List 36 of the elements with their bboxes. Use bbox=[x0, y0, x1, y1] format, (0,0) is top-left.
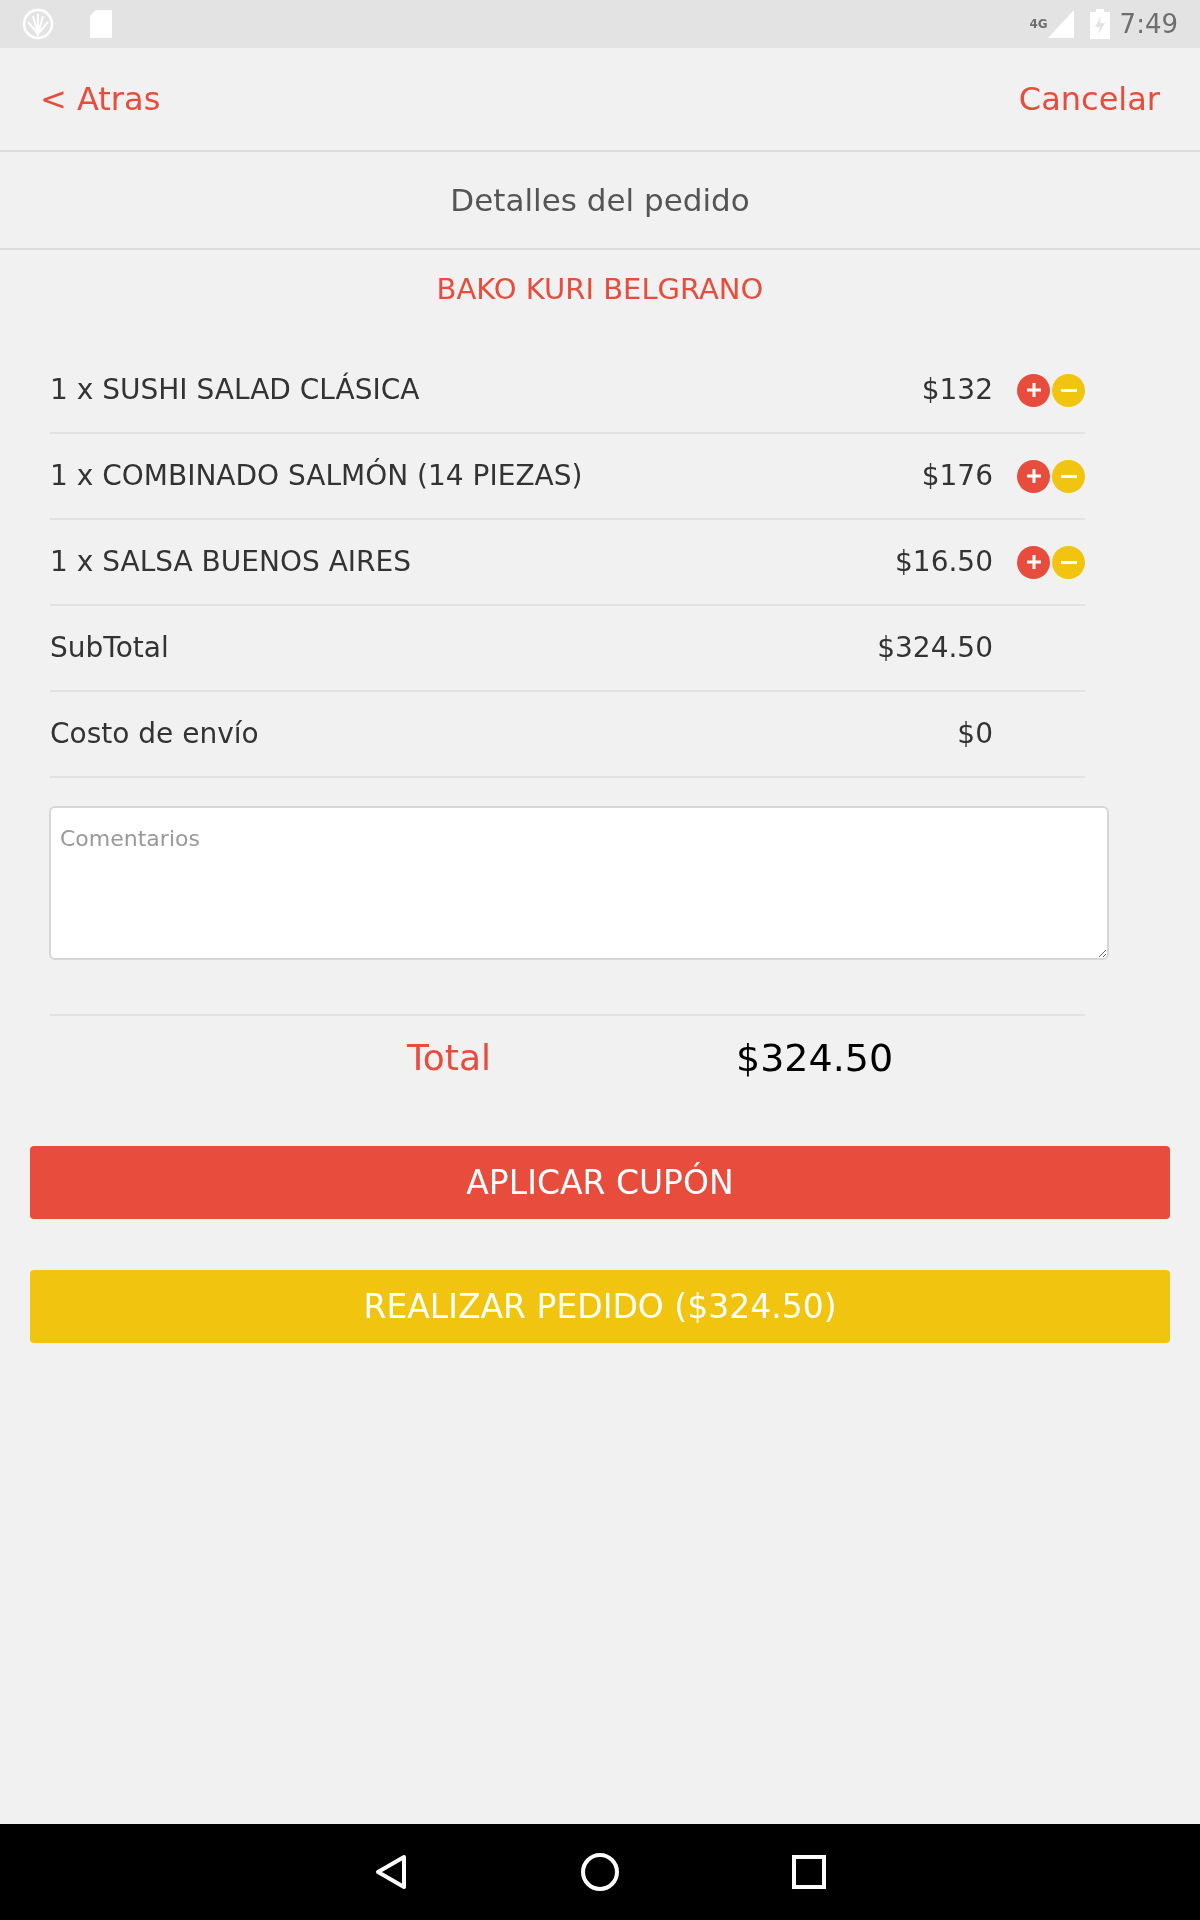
plus-icon bbox=[1024, 467, 1043, 485]
summary-value: $324.50 bbox=[876, 630, 993, 666]
page-title: Detalles del pedido bbox=[450, 180, 750, 220]
summary-label: SubTotal bbox=[50, 630, 170, 666]
summary-label: Costo de envío bbox=[50, 716, 260, 752]
item-name: 1 x SALSA BUENOS AIRES bbox=[50, 544, 412, 580]
total-value: $324.50 bbox=[736, 1034, 894, 1082]
cancel-link[interactable]: Cancelar bbox=[1018, 75, 1160, 123]
recents-icon[interactable] bbox=[792, 1855, 826, 1889]
restaurant-name: BAKO KURI BELGRANO bbox=[436, 271, 764, 309]
signal-icon bbox=[1047, 10, 1074, 38]
plus-icon bbox=[1024, 553, 1043, 571]
battery-icon bbox=[1089, 9, 1110, 39]
comments-field[interactable]: Comentarios bbox=[49, 806, 1109, 960]
plus-icon bbox=[1024, 381, 1043, 399]
item-price: $132 bbox=[920, 372, 993, 408]
home-icon[interactable] bbox=[580, 1852, 620, 1892]
minus-icon bbox=[1060, 560, 1077, 564]
summary-value: $0 bbox=[956, 716, 993, 752]
minus-icon bbox=[1060, 474, 1077, 478]
shell-icon bbox=[22, 8, 54, 40]
network-label: 4G bbox=[1029, 16, 1048, 33]
coupon-button[interactable]: APLICAR CUPÓN bbox=[30, 1146, 1170, 1219]
back-icon[interactable] bbox=[374, 1854, 408, 1890]
back-link[interactable]: < Atras bbox=[40, 75, 161, 123]
item-price: $176 bbox=[920, 458, 993, 494]
clock: 7:49 bbox=[1119, 7, 1178, 41]
sd-card-icon bbox=[90, 10, 112, 38]
add-button[interactable] bbox=[1017, 459, 1050, 493]
add-button[interactable] bbox=[1017, 373, 1050, 407]
item-price: $16.50 bbox=[894, 544, 993, 580]
minus-icon bbox=[1060, 388, 1077, 392]
item-name: 1 x COMBINADO SALMÓN (14 PIEZAS) bbox=[50, 457, 584, 494]
total-label: Total bbox=[405, 1036, 491, 1080]
item-name: 1 x SUSHI SALAD CLÁSICA bbox=[50, 371, 421, 408]
add-button[interactable] bbox=[1017, 545, 1050, 579]
